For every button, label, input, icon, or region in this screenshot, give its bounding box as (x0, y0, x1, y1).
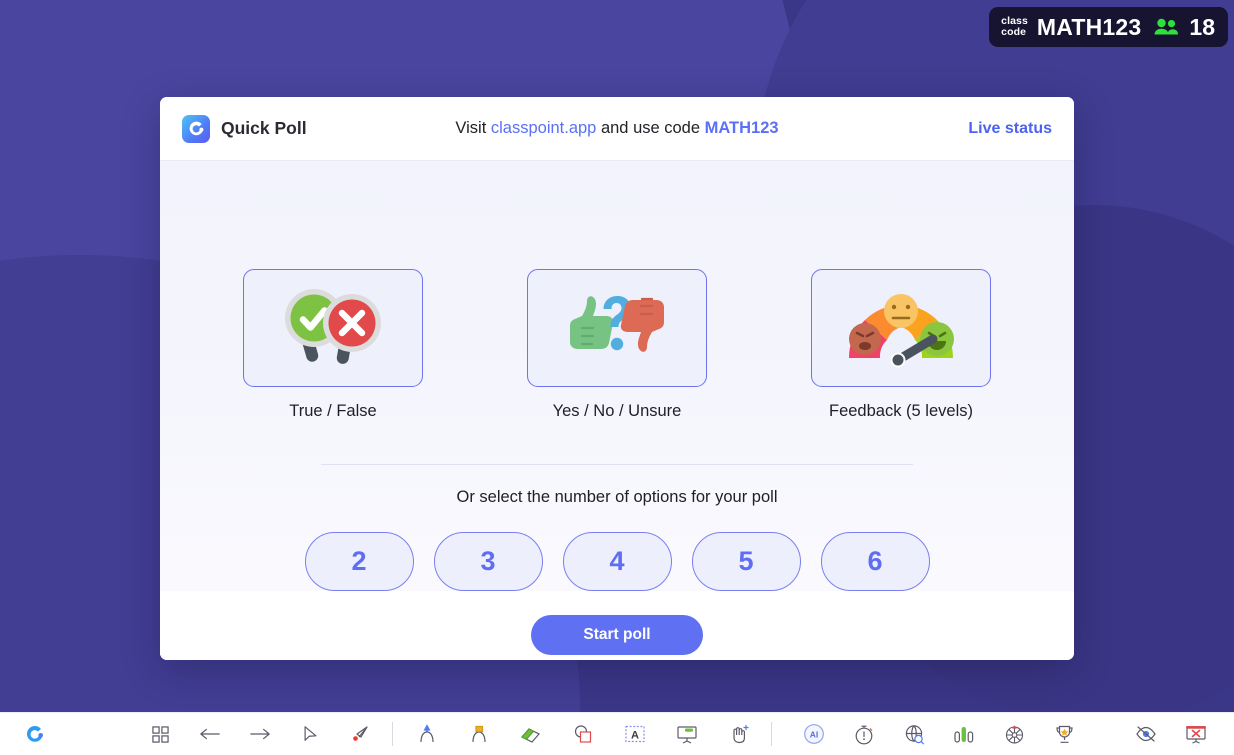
timer-icon[interactable] (844, 717, 884, 751)
brand: Quick Poll (182, 114, 307, 143)
class-code-label: class code (1001, 14, 1028, 38)
exit-presentation-icon[interactable] (1176, 717, 1216, 751)
poll-type-feedback-card[interactable] (811, 269, 991, 387)
options-section-title: Or select the number of options for your… (456, 488, 778, 506)
dialog-header: Quick Poll Visit classpoint.app and use … (160, 97, 1074, 161)
ai-icon[interactable]: AI (794, 717, 834, 751)
right-tools (1126, 717, 1216, 751)
option-count-3-button[interactable]: 3 (433, 532, 543, 591)
arrow-right-icon[interactable] (240, 717, 280, 751)
text-box-icon[interactable]: A (615, 717, 655, 751)
bottom-toolbar: A AI (0, 712, 1234, 755)
live-status-button[interactable]: Live status (968, 120, 1052, 138)
dialog-title: Quick Poll (221, 118, 307, 138)
cursor-icon[interactable] (290, 717, 330, 751)
poll-type-feedback: Feedback (5 levels) (811, 269, 991, 421)
poll-type-true-false-card[interactable] (243, 269, 423, 387)
true-false-paddles-icon (274, 282, 392, 375)
highlighter-icon[interactable] (459, 717, 499, 751)
eye-off-icon[interactable] (1126, 717, 1166, 751)
laser-pointer-icon[interactable] (340, 717, 380, 751)
people-icon (1153, 18, 1179, 36)
poll-type-true-false: True / False (243, 269, 423, 421)
trophy-icon[interactable] (1044, 717, 1084, 751)
toolbar-separator-2 (771, 722, 772, 746)
class-code-value: MATH123 (1036, 13, 1142, 40)
drag-icon[interactable] (719, 717, 759, 751)
classpoint-logo-icon[interactable] (24, 723, 46, 745)
poll-type-yes-no-unsure-card[interactable] (527, 269, 707, 387)
dialog-footer: Start poll (160, 591, 1074, 660)
classpoint-app-link[interactable]: classpoint.app (491, 119, 597, 137)
poll-type-feedback-label: Feedback (5 levels) (829, 402, 973, 420)
toolbar-separator-1 (392, 722, 393, 746)
poll-type-yes-no-unsure-label: Yes / No / Unsure (552, 402, 682, 420)
svg-text:A: A (631, 730, 639, 742)
visit-middle: and use code (596, 119, 705, 137)
bar-chart-icon[interactable] (944, 717, 984, 751)
pen-icon[interactable] (407, 717, 447, 751)
classpoint-logo-icon (182, 114, 210, 143)
slide-grid-icon[interactable] (140, 717, 180, 751)
visit-prefix: Visit (455, 119, 491, 137)
quick-poll-dialog: Quick Poll Visit classpoint.app and use … (160, 97, 1074, 660)
thumbs-question-icon (558, 282, 676, 375)
annotation-tools: A (407, 717, 759, 751)
option-count-4-button[interactable]: 4 (562, 532, 672, 591)
arrow-left-icon[interactable] (190, 717, 230, 751)
option-count-5-button[interactable]: 5 (691, 532, 801, 591)
option-count-6-button[interactable]: 6 (820, 532, 930, 591)
eraser-icon[interactable] (511, 717, 551, 751)
svg-text:AI: AI (810, 730, 819, 740)
section-divider (321, 464, 913, 465)
poll-type-row: True / False Yes / No / Unsure Feedback … (160, 269, 1074, 421)
navigation-tools (140, 717, 380, 751)
poll-type-true-false-label: True / False (289, 402, 377, 420)
whiteboard-icon[interactable] (667, 717, 707, 751)
class-code-badge[interactable]: class code MATH123 18 (989, 7, 1228, 47)
feedback-gauge-icon (841, 282, 961, 375)
participant-count: 18 (1189, 13, 1215, 40)
browser-icon[interactable] (894, 717, 934, 751)
dialog-body: True / False Yes / No / Unsure Feedback … (160, 161, 1074, 591)
option-count-row: 2 3 4 5 6 (160, 532, 1074, 591)
start-poll-button[interactable]: Start poll (531, 615, 703, 655)
option-count-2-button[interactable]: 2 (304, 532, 414, 591)
poll-type-yes-no-unsure: Yes / No / Unsure (527, 269, 707, 421)
visit-class-code: MATH123 (704, 119, 779, 137)
spinner-wheel-icon[interactable] (994, 717, 1034, 751)
activity-tools: AI (794, 717, 1084, 751)
shapes-icon[interactable] (563, 717, 603, 751)
